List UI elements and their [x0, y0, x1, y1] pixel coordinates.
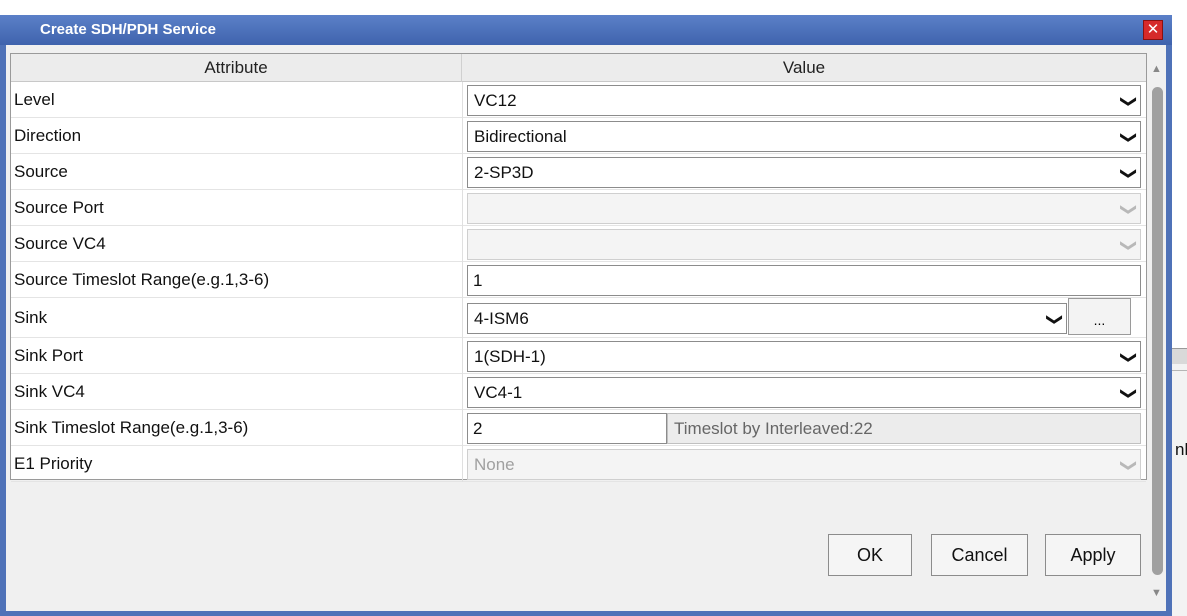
vertical-scrollbar[interactable]: ▲ ▼	[1149, 57, 1166, 609]
attribute-grid: Attribute Value Level VC12 ❯ Direction B…	[10, 53, 1147, 482]
chevron-down-icon: ❯	[1045, 312, 1063, 327]
select-value: 4-ISM6	[474, 309, 529, 328]
dialog-titlebar[interactable]: Create SDH/PDH Service ✕	[0, 15, 1172, 45]
scrollbar-thumb[interactable]	[1152, 87, 1163, 575]
create-service-dialog: Create SDH/PDH Service ✕ Attribute Value…	[0, 15, 1172, 616]
row-label: Direction	[11, 118, 463, 154]
chevron-down-icon: ❯	[1119, 458, 1137, 473]
source-port-select: ❯	[467, 193, 1141, 224]
level-select[interactable]: VC12 ❯	[467, 85, 1141, 116]
sink-browse-button[interactable]: ...	[1068, 298, 1131, 335]
background-divider	[1172, 370, 1187, 371]
row-sink-vc4: Sink VC4 VC4-1 ❯	[11, 374, 1146, 410]
row-sink-timeslot: Sink Timeslot Range(e.g.1,3-6) 2 Timeslo…	[11, 410, 1146, 446]
select-value: VC4-1	[474, 383, 523, 402]
source-timeslot-input[interactable]: 1	[467, 265, 1141, 296]
direction-select[interactable]: Bidirectional ❯	[467, 121, 1141, 152]
row-label: Source	[11, 154, 463, 190]
row-label: Source Timeslot Range(e.g.1,3-6)	[11, 262, 463, 298]
sink-port-select[interactable]: 1(SDH-1) ❯	[467, 341, 1141, 372]
chevron-down-icon: ❯	[1119, 386, 1137, 401]
row-label: E1 Priority	[11, 446, 463, 482]
row-label: Sink VC4	[11, 374, 463, 410]
select-value: Bidirectional	[474, 127, 567, 146]
row-sink: Sink 4-ISM6 ❯ ...	[11, 298, 1146, 338]
background-toolbar	[1172, 348, 1187, 364]
sink-select[interactable]: 4-ISM6 ❯	[467, 303, 1067, 334]
select-value: 2-SP3D	[474, 163, 534, 182]
sink-vc4-select[interactable]: VC4-1 ❯	[467, 377, 1141, 408]
background-window-fragment: nk	[1172, 348, 1187, 616]
row-e1-priority: E1 Priority None ❯	[11, 446, 1146, 482]
row-source-port: Source Port ❯	[11, 190, 1146, 226]
chevron-down-icon: ❯	[1119, 350, 1137, 365]
row-level: Level VC12 ❯	[11, 82, 1146, 118]
source-select[interactable]: 2-SP3D ❯	[467, 157, 1141, 188]
row-label: Sink	[11, 298, 463, 338]
close-icon: ✕	[1146, 21, 1160, 38]
sink-timeslot-input[interactable]: 2	[467, 413, 667, 444]
header-attribute[interactable]: Attribute	[11, 54, 462, 82]
row-label: Sink Timeslot Range(e.g.1,3-6)	[11, 410, 463, 446]
source-vc4-select: ❯	[467, 229, 1141, 260]
scroll-up-icon[interactable]: ▲	[1151, 63, 1162, 75]
row-source-timeslot: Source Timeslot Range(e.g.1,3-6) 1	[11, 262, 1146, 298]
e1-priority-select: None ❯	[467, 449, 1141, 480]
row-label: Source VC4	[11, 226, 463, 262]
row-direction: Direction Bidirectional ❯	[11, 118, 1146, 154]
select-value: VC12	[474, 91, 517, 110]
chevron-down-icon: ❯	[1119, 94, 1137, 109]
grid-header: Attribute Value	[11, 54, 1146, 82]
select-value: None	[474, 455, 515, 474]
row-sink-port: Sink Port 1(SDH-1) ❯	[11, 338, 1146, 374]
close-button[interactable]: ✕	[1143, 20, 1163, 40]
chevron-down-icon: ❯	[1119, 202, 1137, 217]
header-value[interactable]: Value	[462, 54, 1146, 82]
row-source-vc4: Source VC4 ❯	[11, 226, 1146, 262]
chevron-down-icon: ❯	[1119, 130, 1137, 145]
dialog-body: Attribute Value Level VC12 ❯ Direction B…	[6, 45, 1166, 611]
row-label: Source Port	[11, 190, 463, 226]
select-value: 1(SDH-1)	[474, 347, 546, 366]
row-source: Source 2-SP3D ❯	[11, 154, 1146, 190]
ok-button[interactable]: OK	[828, 534, 912, 576]
background-text: nk	[1175, 440, 1187, 459]
interleaved-timeslot-note: Timeslot by Interleaved:22	[667, 413, 1141, 444]
chevron-down-icon: ❯	[1119, 166, 1137, 181]
row-label: Level	[11, 82, 463, 118]
scroll-down-icon[interactable]: ▼	[1151, 587, 1162, 599]
apply-button[interactable]: Apply	[1045, 534, 1141, 576]
cancel-button[interactable]: Cancel	[931, 534, 1028, 576]
row-label: Sink Port	[11, 338, 463, 374]
chevron-down-icon: ❯	[1119, 238, 1137, 253]
dialog-title: Create SDH/PDH Service	[40, 21, 216, 38]
